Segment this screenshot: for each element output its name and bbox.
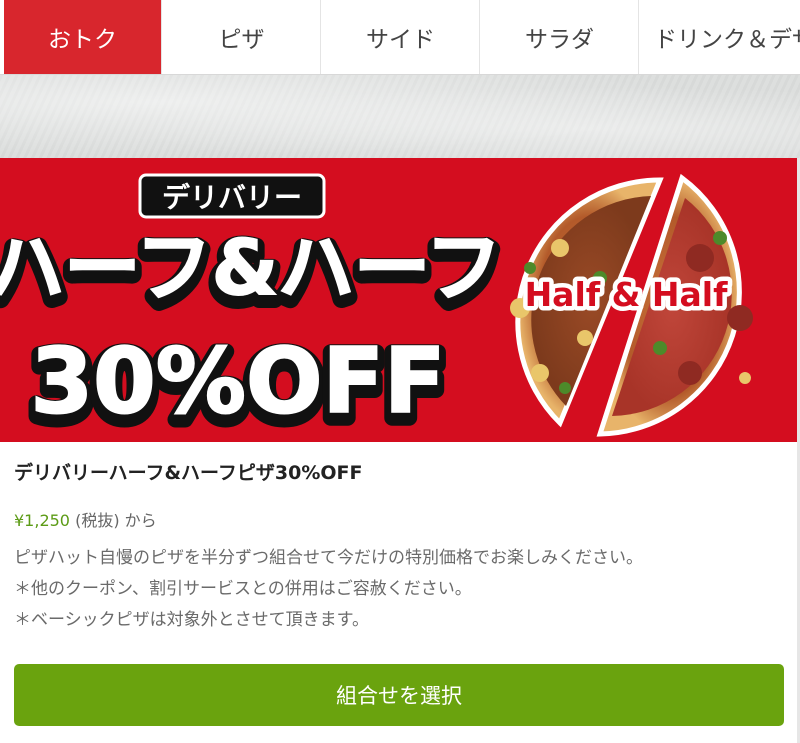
coupon-card: デリバリー ハーフ&ハーフ ハーフ&ハーフ 30%OFF 30%OFF Half… (0, 158, 800, 743)
category-tab-bar: おトク ピザ サイド サラダ ドリンク＆デザ (0, 0, 800, 75)
description-line: ＊他のクーポン、割引サービスとの併用はご容赦ください。 (14, 579, 472, 599)
tab-drink-dessert[interactable]: ドリンク＆デザ (640, 0, 800, 74)
tab-salad[interactable]: サラダ (481, 0, 639, 74)
price-value: ¥1,250 (14, 511, 70, 530)
description-line: ＊ベーシックピザは対象外とさせて頂きます。 (14, 610, 369, 630)
coupon-title: デリバリーハーフ&ハーフピザ30%OFF (14, 462, 363, 484)
page-backdrop (0, 75, 800, 165)
price-suffix: から (124, 511, 157, 530)
headline-text: ハーフ&ハーフ (0, 223, 502, 312)
pizza-label: Half & Half (525, 275, 729, 314)
promo-banner: デリバリー ハーフ&ハーフ ハーフ&ハーフ 30%OFF 30%OFF Half… (0, 158, 800, 442)
tab-side[interactable]: サイド (322, 0, 480, 74)
coupon-description: ピザハット自慢のピザを半分ずつ組合せて今だけの特別価格でお楽しみください。 ＊他… (14, 543, 784, 636)
tab-pizza[interactable]: ピザ (163, 0, 321, 74)
promo-banner-art: デリバリー ハーフ&ハーフ ハーフ&ハーフ 30%OFF 30%OFF Half… (0, 173, 753, 442)
description-line: ピザハット自慢のピザを半分ずつ組合せて今だけの特別価格でお楽しみください。 (14, 548, 643, 568)
tab-deals[interactable]: おトク (4, 0, 162, 74)
delivery-tag: デリバリー (162, 181, 302, 214)
select-combination-button[interactable]: 組合せを選択 (14, 664, 784, 726)
discount-text: 30%OFF (31, 329, 446, 434)
price-row: ¥1,250 (税抜) から (14, 507, 157, 531)
tax-note: (税抜) (75, 511, 120, 530)
